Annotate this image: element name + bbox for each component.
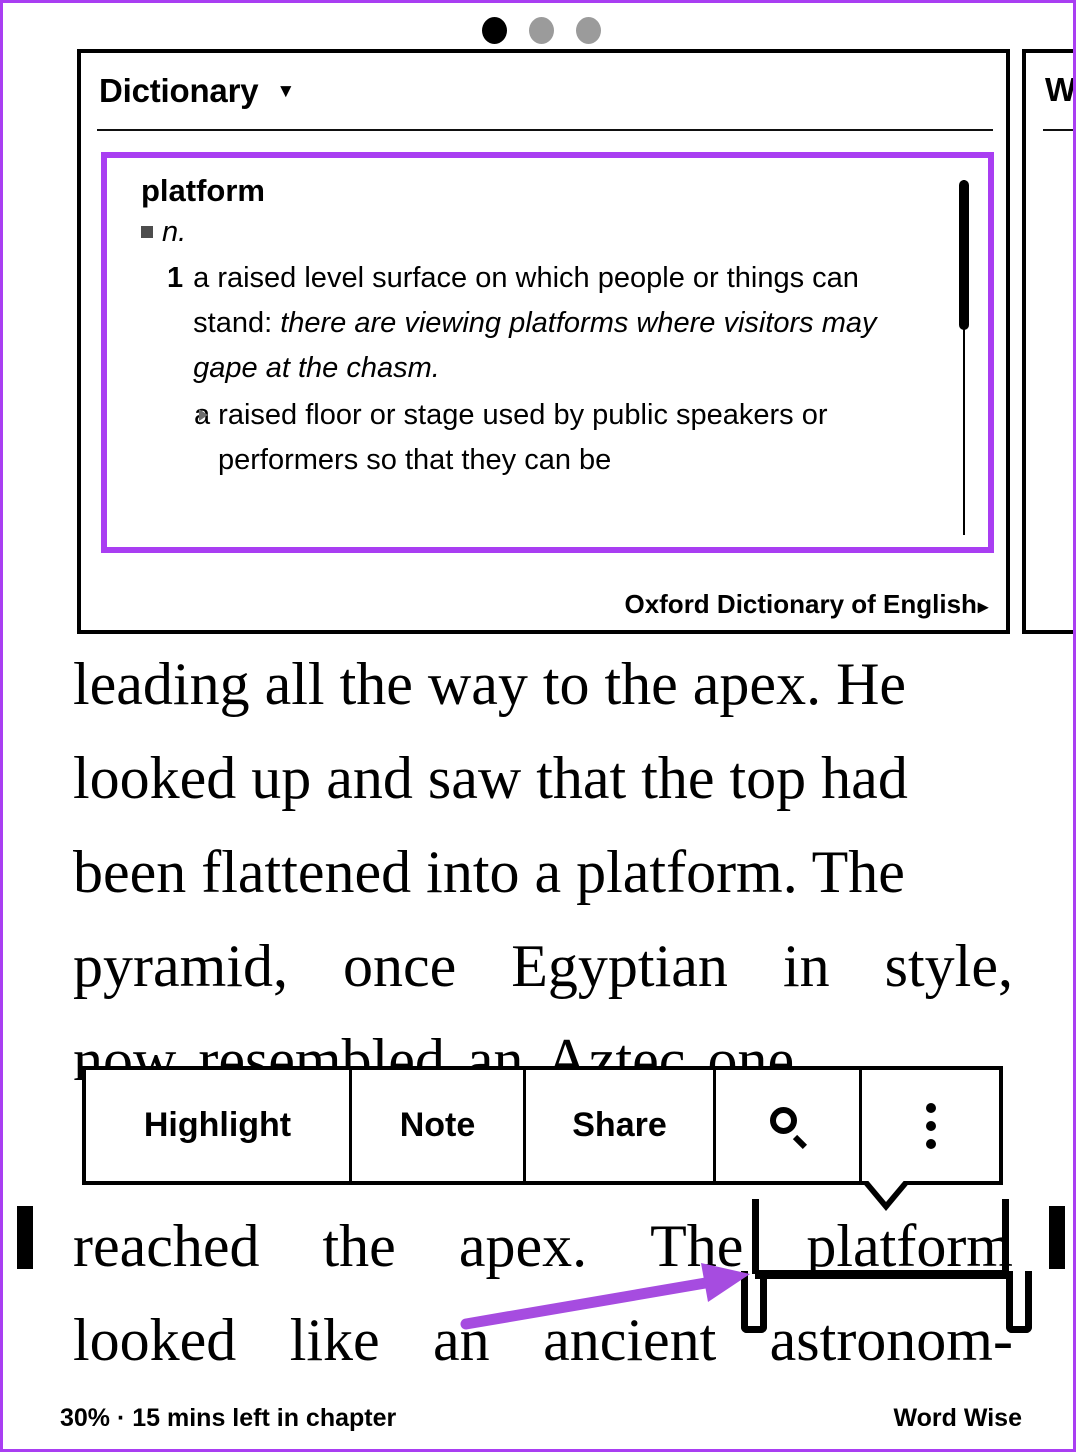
wikipedia-card-peek[interactable]: W [1022, 49, 1076, 634]
reading-progress-label: 30% · 15 mins left in chapter [60, 1404, 397, 1432]
book-line: leading all the way to the apex. He [73, 651, 907, 717]
pager-dot-3[interactable] [575, 17, 601, 44]
selection-edge-left [752, 1199, 759, 1274]
book-word: style, [884, 933, 1013, 999]
selection-underline [755, 1270, 1007, 1279]
wikipedia-card-divider [1043, 129, 1073, 131]
definition-sense-example: there are viewing platforms where visito… [193, 306, 877, 385]
definition-subsense: a raised floor or stage used by public s… [194, 393, 931, 483]
square-bullet-icon [141, 225, 153, 238]
more-options-button[interactable] [862, 1070, 999, 1181]
definition-part-of-speech: n. [162, 215, 187, 248]
pager-dot-1[interactable] [481, 17, 507, 44]
book-word: The [650, 1213, 744, 1279]
definition-sense-number: 1 [167, 261, 184, 294]
book-word: ancient [543, 1307, 717, 1373]
search-button[interactable] [716, 1070, 862, 1181]
dictionary-card-header[interactable]: Dictionary ▼ [81, 53, 1006, 129]
margin-marker-left [17, 1206, 33, 1269]
selection-edge-right [1002, 1199, 1009, 1274]
card-pager-dots[interactable] [3, 17, 1073, 44]
book-word: Egyptian [511, 933, 728, 999]
word-wise-label[interactable]: Word Wise [894, 1404, 1023, 1433]
dictionary-source-label: Oxford Dictionary of English [624, 589, 977, 619]
note-button[interactable]: Note [352, 1070, 526, 1181]
definition-headword: platform [141, 173, 265, 208]
share-button[interactable]: Share [526, 1070, 716, 1181]
book-line: looked up and saw that the top had [73, 745, 908, 811]
dictionary-header-divider [97, 129, 993, 131]
book-word: pyramid, [73, 933, 288, 999]
chevron-right-icon: ▸ [977, 596, 988, 618]
selection-handle-right[interactable] [1006, 1271, 1032, 1333]
dictionary-card-title: Dictionary [99, 72, 259, 109]
book-word: an [433, 1307, 490, 1373]
book-line: been flattened into a platform. The [73, 839, 905, 905]
more-vertical-icon [925, 1102, 936, 1149]
book-word: once [342, 933, 457, 999]
chevron-down-icon[interactable]: ▼ [276, 82, 295, 101]
book-word: the [322, 1213, 396, 1279]
book-word: reached [73, 1213, 260, 1279]
book-line: looked like an ancient astronom- [73, 1293, 1013, 1387]
definition-sense-1: 1 a raised level surface on which people… [141, 256, 931, 392]
margin-marker-right [1049, 1206, 1065, 1269]
dictionary-source-link[interactable]: Oxford Dictionary of English▸ [624, 589, 988, 620]
book-word: apex. [458, 1213, 588, 1279]
search-icon [768, 1106, 808, 1146]
definition-scrollbar-thumb[interactable] [959, 180, 969, 330]
kindle-reader-screen: W Dictionary ▼ platform n. 1 a raised le… [0, 0, 1076, 1452]
book-word: like [289, 1307, 380, 1373]
triangle-bullet-icon [199, 409, 208, 422]
book-text-upper: leading all the way to the apex. He look… [73, 637, 1013, 1107]
highlight-button[interactable]: Highlight [86, 1070, 352, 1181]
dictionary-card[interactable]: Dictionary ▼ platform n. 1 a raised leve… [77, 49, 1010, 634]
reader-footer: 30% · 15 mins left in chapter Word Wise [3, 1404, 1073, 1433]
definition-focus-ring[interactable]: platform n. 1 a raised level surface on … [101, 152, 994, 553]
definition-sense-text: a raised level surface on which people o… [193, 256, 931, 392]
book-text-lower: reached the apex. The platform looked li… [73, 1199, 1013, 1387]
definition-subsense-text: a raised floor or stage used by public s… [194, 399, 828, 477]
book-line: pyramid, once Egyptian in style, [73, 919, 1013, 1013]
selection-handle-left[interactable] [741, 1271, 767, 1333]
definition-pos-row: n. [141, 215, 931, 250]
selection-action-toolbar[interactable]: Highlight Note Share [82, 1066, 1003, 1185]
book-word: looked [73, 1307, 237, 1373]
toolbar-pointer-fill [865, 1177, 907, 1202]
pager-dot-2[interactable] [528, 17, 554, 44]
book-word: in [782, 933, 830, 999]
book-word: astronom- [769, 1307, 1013, 1373]
definition-body: platform n. 1 a raised level surface on … [141, 172, 931, 484]
wikipedia-card-title: W [1045, 71, 1076, 108]
